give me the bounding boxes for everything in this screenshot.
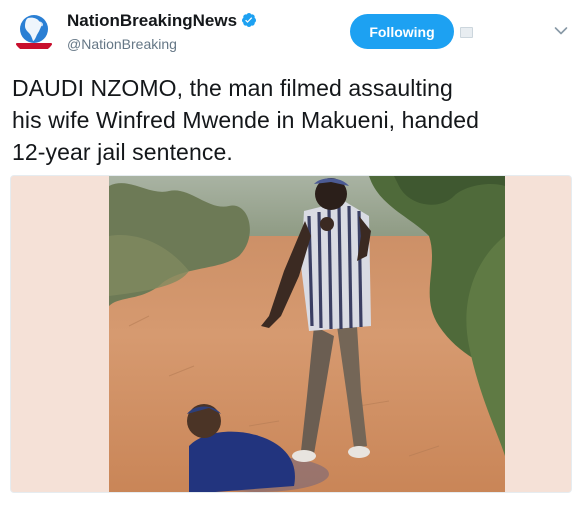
- following-button[interactable]: Following: [350, 14, 454, 49]
- media-pillarbox-right: [505, 176, 571, 492]
- tweet-text-line: his wife Winfred Mwende in Makueni, hand…: [12, 107, 479, 133]
- tweet-media[interactable]: [10, 175, 572, 493]
- author-name[interactable]: NationBreakingNews: [67, 11, 257, 33]
- chevron-down-icon[interactable]: [554, 26, 568, 36]
- media-pillarbox-left: [11, 176, 109, 492]
- tweet-text: DAUDI NZOMO, the man filmed assaulting h…: [12, 72, 572, 168]
- author-handle[interactable]: @NationBreaking: [67, 36, 177, 52]
- card-icon: [460, 27, 473, 38]
- tweet: NationBreakingNews @NationBreaking Follo…: [0, 0, 583, 508]
- author-name-text[interactable]: NationBreakingNews: [67, 11, 237, 30]
- tweet-text-line: DAUDI NZOMO, the man filmed assaulting: [12, 75, 453, 101]
- tweet-text-line: 12-year jail sentence.: [12, 139, 233, 165]
- verified-badge-icon: [241, 12, 257, 33]
- avatar[interactable]: [12, 10, 56, 54]
- video-still-image: [109, 176, 505, 492]
- africa-globe-logo-icon: [13, 11, 55, 53]
